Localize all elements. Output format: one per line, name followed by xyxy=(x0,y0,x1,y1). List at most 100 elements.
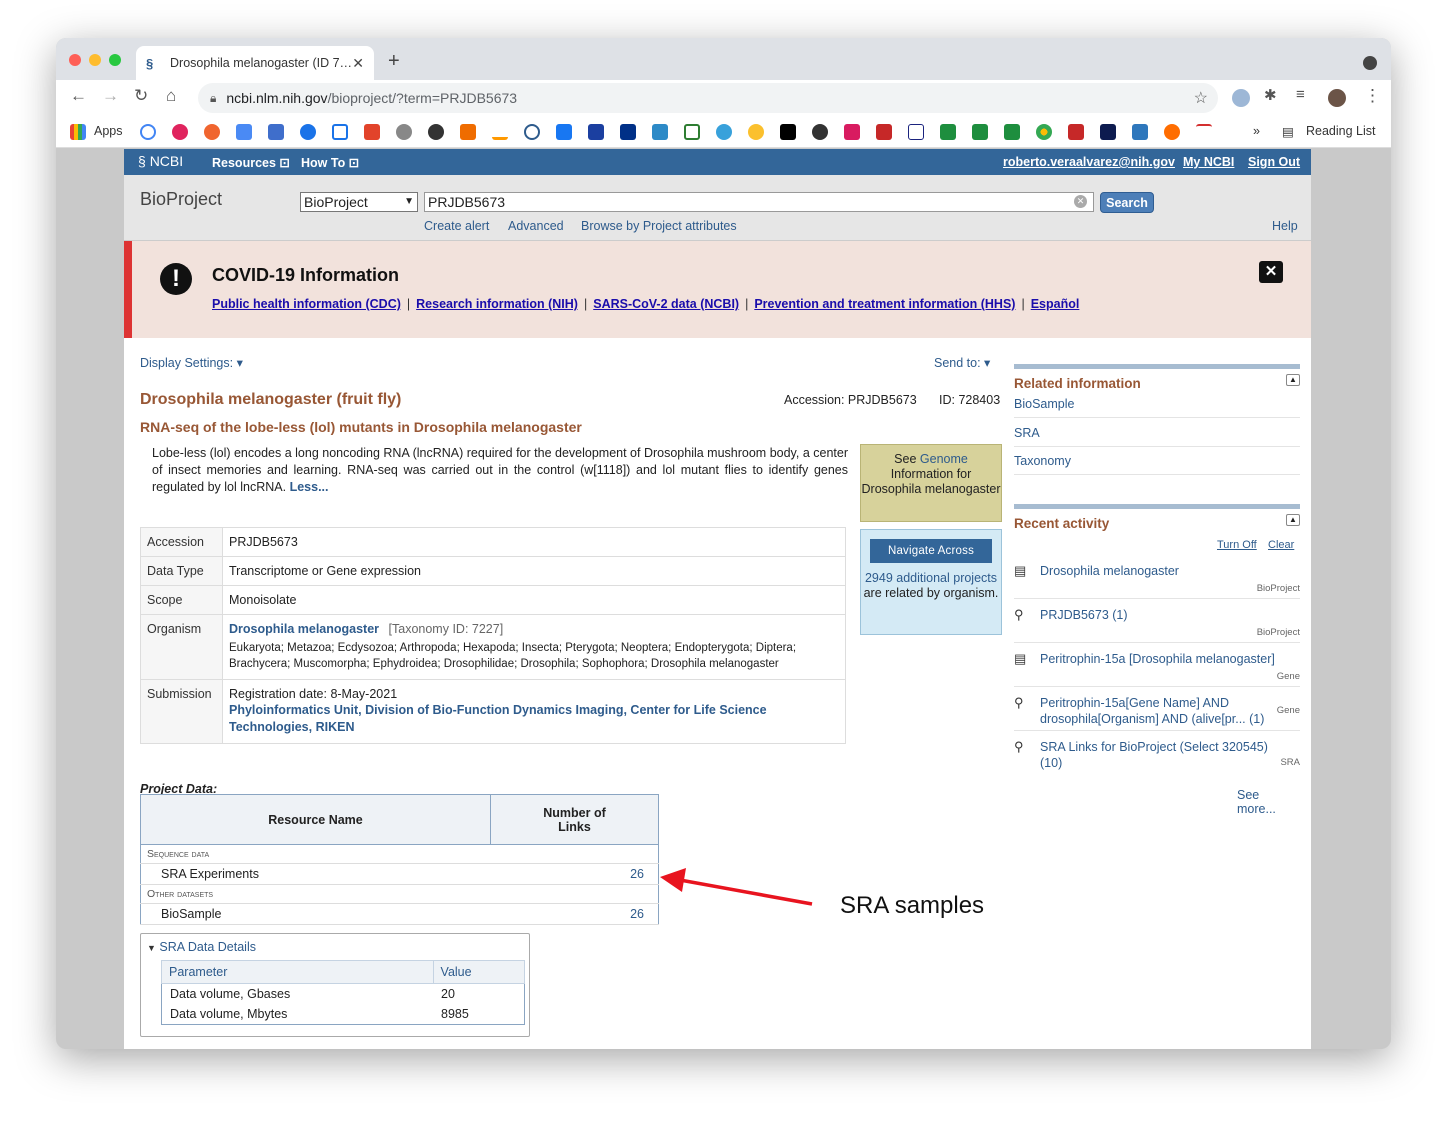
list-item[interactable]: ▤ Peritrophin-15a [Drosophila melanogast… xyxy=(1014,651,1300,687)
advanced-link[interactable]: Advanced xyxy=(508,219,564,233)
hyundai-bookmark-icon[interactable] xyxy=(908,124,924,140)
genome-link[interactable]: Genome xyxy=(920,452,968,466)
collapse-recent-icon[interactable]: ▲ xyxy=(1286,514,1300,526)
sheets2-bookmark-icon[interactable] xyxy=(972,124,988,140)
back-icon[interactable]: ← xyxy=(70,86,87,106)
paypal-bookmark-icon[interactable] xyxy=(620,124,636,140)
resources-menu[interactable]: Resources ⊡ xyxy=(212,155,290,170)
sheets3-bookmark-icon[interactable] xyxy=(1004,124,1020,140)
close-window-button[interactable] xyxy=(69,54,81,66)
additional-projects-link[interactable]: 2949 additional projects xyxy=(865,571,997,585)
new-tab-icon[interactable]: + xyxy=(388,50,400,73)
send-to-menu[interactable]: Send to: ▾ xyxy=(934,355,990,370)
pp-bookmark-icon[interactable] xyxy=(844,124,860,140)
user-link[interactable]: roberto.veraalvarez@nih.gov xyxy=(1003,155,1175,169)
firefox-bookmark-icon[interactable] xyxy=(1164,124,1180,140)
organism-link[interactable]: Drosophila melanogaster xyxy=(229,622,379,636)
ncbi-covid-link[interactable]: SARS-CoV-2 data (NCBI) xyxy=(593,297,739,311)
dots-bookmark-icon[interactable] xyxy=(1036,124,1052,140)
sign-out-link[interactable]: Sign Out xyxy=(1248,155,1300,169)
translate-bookmark-icon[interactable] xyxy=(236,124,252,140)
puzzle-icon[interactable]: ✱ xyxy=(1264,86,1277,104)
search-button[interactable]: Search xyxy=(1100,192,1154,213)
how-to-menu[interactable]: How To ⊡ xyxy=(301,155,359,170)
wave-bookmark-icon[interactable] xyxy=(716,124,732,140)
forward-icon[interactable]: → xyxy=(102,86,119,106)
sun-bookmark-icon[interactable] xyxy=(748,124,764,140)
search-input[interactable]: PRJDB5673 ✕ xyxy=(424,192,1094,212)
dropbox-bookmark-icon[interactable] xyxy=(268,124,284,140)
close-banner-icon[interactable]: ✕ xyxy=(1259,261,1283,283)
reload-icon[interactable]: ↻ xyxy=(134,86,148,106)
list-item[interactable]: ⚲ SRA Links for BioProject (Select 32054… xyxy=(1014,739,1300,775)
collapse-related-icon[interactable]: ▲ xyxy=(1286,374,1300,386)
see-more-link[interactable]: See more... xyxy=(1237,788,1300,816)
avatar[interactable] xyxy=(1328,89,1346,107)
gitlab-bookmark-icon[interactable] xyxy=(364,124,380,140)
browser-tab[interactable]: § Drosophila melanogaster (ID 7… ✕ xyxy=(136,46,374,80)
bookmark-star-icon[interactable]: ☆ xyxy=(1194,88,1208,108)
help-link[interactable]: Help xyxy=(1272,219,1298,233)
apps-icon[interactable] xyxy=(70,124,86,140)
amex-bookmark-icon[interactable] xyxy=(1132,124,1148,140)
extension-icon[interactable] xyxy=(1232,89,1250,107)
related-biosample-link[interactable]: BioSample xyxy=(1014,397,1300,418)
biosample-count[interactable]: 26 xyxy=(490,903,659,925)
google-bookmark-icon[interactable] xyxy=(140,124,156,140)
amazon-bookmark-icon[interactable] xyxy=(492,124,508,140)
bookmark-icon[interactable] xyxy=(300,124,316,140)
related-sra-link[interactable]: SRA xyxy=(1014,426,1300,447)
less-link[interactable]: Less... xyxy=(290,480,329,494)
reading-list[interactable]: Reading List xyxy=(1306,124,1376,138)
menu-icon[interactable]: ⋮ xyxy=(1364,86,1381,106)
turn-off-link[interactable]: Turn Off xyxy=(1217,539,1257,551)
tab-search-icon[interactable] xyxy=(1363,56,1377,70)
youtube-bookmark-icon[interactable] xyxy=(172,124,188,140)
reading-list-icon[interactable]: ▤ xyxy=(1282,124,1294,139)
r-bookmark-icon[interactable] xyxy=(876,124,892,140)
create-alert-link[interactable]: Create alert xyxy=(424,219,489,233)
list-item[interactable]: ⚲ PRJDB5673 (1) BioProject xyxy=(1014,607,1300,643)
display-settings-menu[interactable]: Display Settings: ▾ xyxy=(140,355,243,370)
nih-link[interactable]: Research information (NIH) xyxy=(416,297,578,311)
sheet-bookmark-icon[interactable] xyxy=(684,124,700,140)
apps-bookmark[interactable]: Apps xyxy=(94,124,123,138)
submitter-link[interactable]: Phyloinformatics Unit, Division of Bio-F… xyxy=(229,702,839,736)
clear-input-icon[interactable]: ✕ xyxy=(1074,195,1087,208)
espanol-link[interactable]: Español xyxy=(1031,297,1080,311)
cdc-link[interactable]: Public health information (CDC) xyxy=(212,297,401,311)
hhs-link[interactable]: Prevention and treatment information (HH… xyxy=(754,297,1015,311)
music-bookmark-icon[interactable] xyxy=(204,124,220,140)
database-select[interactable]: BioProject ▼ xyxy=(300,192,418,212)
mountain-bookmark-icon[interactable] xyxy=(1100,124,1116,140)
my-ncbi-link[interactable]: My NCBI xyxy=(1183,155,1234,169)
sra-details-toggle[interactable]: ▼ SRA Data Details xyxy=(147,940,256,954)
sra-experiments-count[interactable]: 26 xyxy=(490,863,659,885)
ncbi-logo[interactable]: § NCBI xyxy=(138,153,183,169)
maximize-window-button[interactable] xyxy=(109,54,121,66)
settings-bookmark-icon[interactable] xyxy=(396,124,412,140)
more-bookmarks-icon[interactable]: » xyxy=(1253,124,1260,138)
bank-bookmark-icon[interactable] xyxy=(1068,124,1084,140)
media-icon[interactable]: ≡ xyxy=(1296,86,1305,103)
q-bookmark-icon[interactable] xyxy=(652,124,668,140)
list-item[interactable]: ▤ Drosophila melanogaster BioProject xyxy=(1014,563,1300,599)
related-taxonomy-link[interactable]: Taxonomy xyxy=(1014,454,1300,475)
globe-bookmark-icon[interactable] xyxy=(428,124,444,140)
confluence-bookmark-icon[interactable] xyxy=(556,124,572,140)
x-bookmark-icon[interactable] xyxy=(780,124,796,140)
tab-close-icon[interactable]: ✕ xyxy=(352,55,364,72)
globe2-bookmark-icon[interactable] xyxy=(812,124,828,140)
box-bookmark-icon[interactable] xyxy=(460,124,476,140)
home-icon[interactable]: ⌂ xyxy=(166,86,176,106)
list-item[interactable]: ⚲ Peritrophin-15a[Gene Name] AND drosoph… xyxy=(1014,695,1300,731)
calendar-bookmark-icon[interactable] xyxy=(332,124,348,140)
ncbi-bookmark-icon[interactable] xyxy=(524,124,540,140)
citi-bookmark-icon[interactable] xyxy=(1196,124,1212,140)
sheets-bookmark-icon[interactable] xyxy=(940,124,956,140)
clear-link[interactable]: Clear xyxy=(1268,539,1294,551)
address-bar[interactable]: 🔒︎ ncbi.nlm.nih.gov /bioproject/?term=PR… xyxy=(198,83,1218,113)
browse-attributes-link[interactable]: Browse by Project attributes xyxy=(581,219,737,233)
g-bookmark-icon[interactable] xyxy=(588,124,604,140)
minimize-window-button[interactable] xyxy=(89,54,101,66)
